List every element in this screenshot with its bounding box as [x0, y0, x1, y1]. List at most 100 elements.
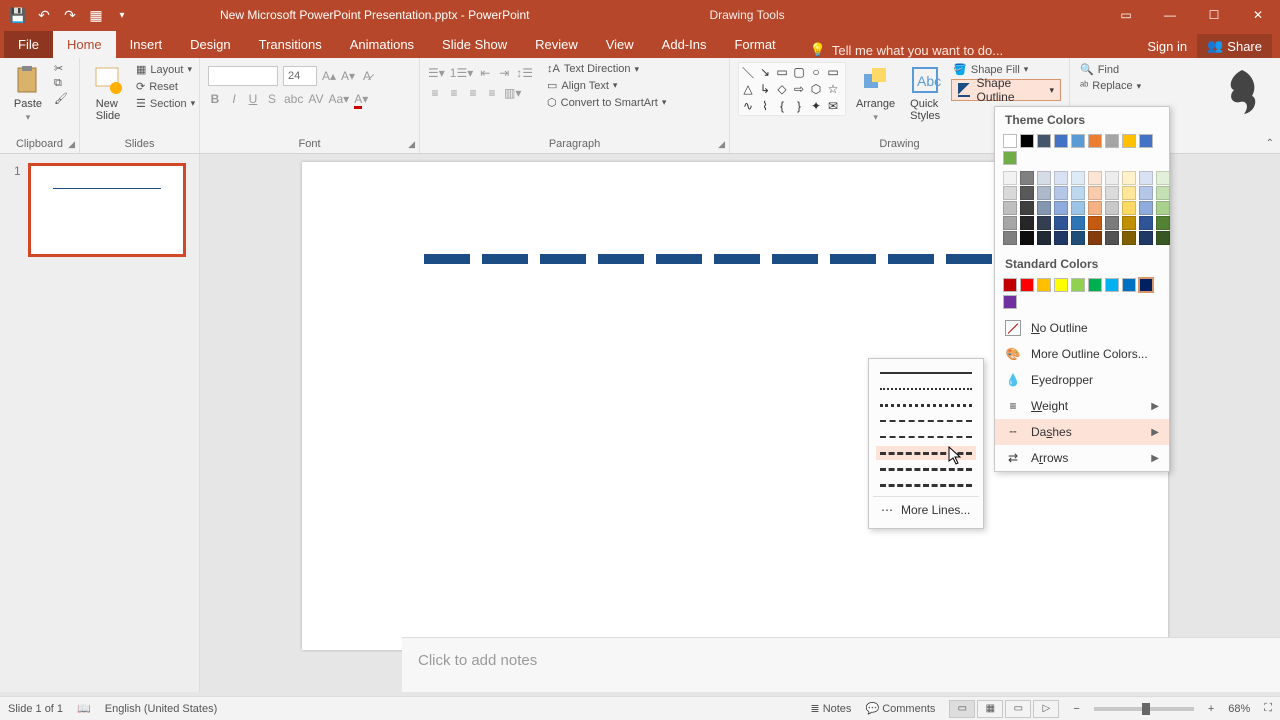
textbox-shape-icon[interactable]: ▭ [826, 65, 840, 79]
save-icon[interactable]: 💾 [10, 7, 26, 23]
sign-in-link[interactable]: Sign in [1147, 39, 1187, 54]
paste-button[interactable]: Paste ▾ [8, 62, 48, 125]
minimize-icon[interactable]: — [1148, 0, 1192, 30]
color-swatch[interactable] [1003, 216, 1017, 230]
color-swatch[interactable] [1105, 171, 1119, 185]
color-swatch[interactable] [1071, 186, 1085, 200]
color-swatch[interactable] [1037, 201, 1051, 215]
tab-transitions[interactable]: Transitions [245, 31, 336, 58]
spellcheck-icon[interactable]: 📖 [77, 702, 91, 715]
tab-file[interactable]: File [4, 31, 53, 58]
notes-toggle[interactable]: ≣ Notes [810, 702, 851, 715]
align-center-icon[interactable]: ≡ [447, 86, 461, 100]
callout-shape-icon[interactable]: ✉ [826, 99, 840, 113]
color-swatch[interactable] [1003, 186, 1017, 200]
color-swatch[interactable] [1003, 231, 1017, 245]
color-swatch[interactable] [1020, 186, 1034, 200]
reset-button[interactable]: ⟳Reset [134, 79, 197, 94]
arrows-item[interactable]: ⇄ Arrows ▶ [995, 445, 1169, 471]
color-swatch[interactable] [1088, 201, 1102, 215]
language-indicator[interactable]: English (United States) [105, 703, 218, 715]
text-direction-button[interactable]: ↕AText Direction▾ [545, 62, 668, 76]
line-shape-icon[interactable]: ＼ [741, 65, 755, 79]
more-outline-colors-item[interactable]: 🎨 More Outline Colors... [995, 341, 1169, 367]
color-swatch[interactable] [1054, 186, 1068, 200]
color-swatch[interactable] [1122, 216, 1136, 230]
color-swatch[interactable] [1071, 231, 1085, 245]
color-swatch[interactable] [1037, 216, 1051, 230]
color-swatch[interactable] [1037, 134, 1051, 148]
freeform-shape-icon[interactable]: ⌇ [758, 99, 772, 113]
color-swatch[interactable] [1054, 278, 1068, 292]
color-swatch[interactable] [1156, 186, 1170, 200]
dashes-item[interactable]: ╌ Dashes ▶ [995, 419, 1169, 445]
color-swatch[interactable] [1037, 186, 1051, 200]
color-swatch[interactable] [1122, 171, 1136, 185]
dash-option-solid[interactable] [876, 366, 976, 380]
zoom-slider[interactable] [1094, 707, 1194, 711]
color-swatch[interactable] [1071, 278, 1085, 292]
color-swatch[interactable] [1105, 186, 1119, 200]
color-swatch[interactable] [1105, 134, 1119, 148]
character-spacing-icon[interactable]: AV [308, 92, 323, 106]
fit-to-window-icon[interactable]: ⛶ [1264, 702, 1272, 715]
convert-smartart-button[interactable]: ⬡Convert to SmartArt▾ [545, 95, 668, 110]
color-swatch[interactable] [1054, 201, 1068, 215]
color-swatch[interactable] [1122, 134, 1136, 148]
notes-pane[interactable]: Click to add notes [402, 637, 1280, 692]
color-swatch[interactable] [1037, 278, 1051, 292]
color-swatch[interactable] [1071, 134, 1085, 148]
start-from-beginning-icon[interactable]: ▦ [88, 7, 104, 23]
font-family-input[interactable] [208, 66, 278, 86]
color-swatch[interactable] [1139, 201, 1153, 215]
color-swatch[interactable] [1071, 216, 1085, 230]
color-swatch[interactable] [1054, 171, 1068, 185]
shapes-gallery[interactable]: ＼ ↘ ▭ ▢ ○ ▭ △ ↳ ◇ ⇨ ⬡ ☆ ∿ ⌇ { } ✦ ✉ [738, 62, 846, 116]
format-painter-icon[interactable]: 🖌 [54, 92, 68, 105]
zoom-out-icon[interactable]: − [1073, 703, 1079, 715]
bold-icon[interactable]: B [208, 92, 222, 106]
shape-fill-button[interactable]: 🪣Shape Fill▾ [951, 62, 1061, 77]
copy-icon[interactable]: ⧉ [54, 77, 68, 90]
tab-review[interactable]: Review [521, 31, 592, 58]
find-button[interactable]: 🔍Find [1078, 62, 1143, 77]
tab-addins[interactable]: Add-Ins [648, 31, 721, 58]
replace-button[interactable]: ᵃᵇReplace▾ [1078, 79, 1143, 93]
italic-icon[interactable]: I [227, 92, 241, 106]
weight-item[interactable]: ≡ Weight ▶ [995, 393, 1169, 419]
dialog-launcher-icon[interactable]: ◢ [408, 139, 415, 150]
color-swatch[interactable] [1088, 186, 1102, 200]
color-swatch[interactable] [1105, 278, 1119, 292]
color-swatch[interactable] [1071, 171, 1085, 185]
color-swatch[interactable] [1156, 216, 1170, 230]
decrease-font-icon[interactable]: A▾ [341, 69, 355, 83]
color-swatch[interactable] [1071, 201, 1085, 215]
quick-styles-button[interactable]: Abc Quick Styles [905, 62, 945, 124]
color-swatch[interactable] [1020, 201, 1034, 215]
close-icon[interactable]: ✕ [1236, 0, 1280, 30]
color-swatch[interactable] [1156, 201, 1170, 215]
align-right-icon[interactable]: ≡ [466, 86, 480, 100]
zoom-in-icon[interactable]: + [1208, 703, 1214, 715]
color-swatch[interactable] [1003, 295, 1017, 309]
columns-icon[interactable]: ▥▾ [504, 86, 521, 100]
tab-insert[interactable]: Insert [116, 31, 177, 58]
color-swatch[interactable] [1003, 151, 1017, 165]
right-arrow-shape-icon[interactable]: ⇨ [792, 82, 806, 96]
color-swatch[interactable] [1122, 186, 1136, 200]
line-arrow-shape-icon[interactable]: ↘ [758, 65, 772, 79]
color-swatch[interactable] [1054, 216, 1068, 230]
color-swatch[interactable] [1122, 231, 1136, 245]
color-swatch[interactable] [1003, 171, 1017, 185]
redo-icon[interactable]: ↷ [62, 7, 78, 23]
curve-shape-icon[interactable]: ∿ [741, 99, 755, 113]
font-color-icon[interactable]: A▾ [354, 92, 368, 106]
color-swatch[interactable] [1139, 134, 1153, 148]
elbow-connector-icon[interactable]: ↳ [758, 82, 772, 96]
slide-counter[interactable]: Slide 1 of 1 [8, 703, 63, 715]
color-swatch[interactable] [1088, 171, 1102, 185]
color-swatch[interactable] [1105, 231, 1119, 245]
color-swatch[interactable] [1020, 278, 1034, 292]
dash-option-dash[interactable] [876, 414, 976, 428]
color-swatch[interactable] [1020, 231, 1034, 245]
